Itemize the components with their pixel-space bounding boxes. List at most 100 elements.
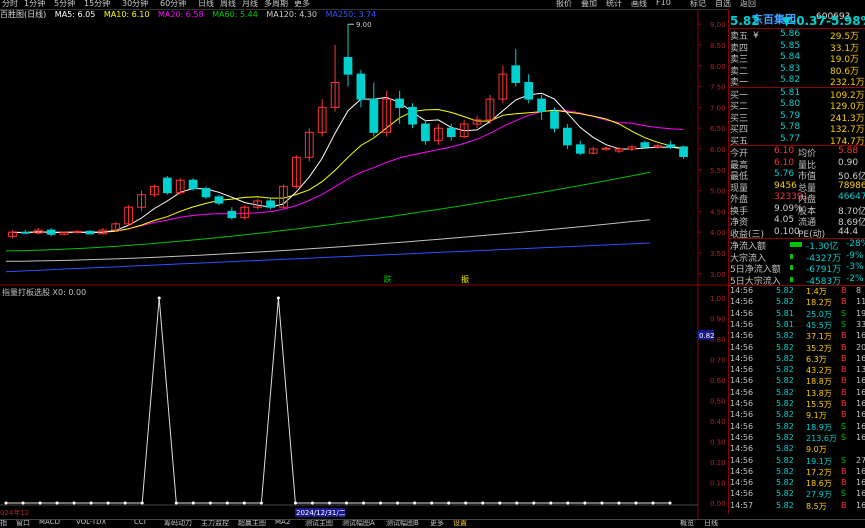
tick-direction: S <box>841 319 847 329</box>
tick-direction: S <box>841 308 847 318</box>
indicator-point <box>345 501 349 505</box>
candle <box>240 205 250 220</box>
tick-volume: 18.6万 <box>806 479 832 489</box>
tick-price: 5.82 <box>776 444 794 454</box>
tick-time: 14:56 <box>730 376 754 386</box>
tick-count: 16 <box>856 432 865 442</box>
candle <box>485 94 495 125</box>
indicator-point <box>191 501 195 505</box>
bid-price: 5.81 <box>780 87 801 98</box>
bid-price: 5.78 <box>780 122 801 132</box>
indicator-tab-4[interactable]: CCI <box>134 520 146 526</box>
indicator-tab-2[interactable]: MACD <box>39 520 60 526</box>
tick-volume: 35.2万 <box>806 343 832 353</box>
indicator-tick: 0.20 <box>710 459 726 467</box>
tick-price: 5.81 <box>776 319 794 329</box>
tick-direction: B <box>841 331 847 341</box>
tick-price: 5.82 <box>776 331 794 341</box>
tick-price: 5.82 <box>776 410 794 420</box>
high-label: 9.00 <box>356 21 372 29</box>
last-price: 5.82 <box>730 14 760 28</box>
candle <box>550 107 559 133</box>
flow-bar <box>790 253 793 259</box>
indicator-tick: 0.60 <box>710 377 726 385</box>
flow-bar <box>790 265 793 270</box>
indicator-point <box>310 501 314 505</box>
candle <box>408 103 417 129</box>
candle <box>188 178 198 191</box>
tick-volume: 43.2万 <box>806 366 832 376</box>
indicator-tab-3[interactable]: VOL-TDX <box>76 520 106 526</box>
indicator-point <box>55 501 59 505</box>
tick-time: 14:56 <box>730 353 754 363</box>
candle <box>124 205 133 226</box>
ma20-line <box>12 109 684 234</box>
tick-count: 16 <box>856 331 865 341</box>
candle <box>59 231 69 236</box>
tick-time: 14:56 <box>730 342 754 352</box>
indicator-point <box>396 501 400 505</box>
tick-volume: 18.8万 <box>806 377 832 387</box>
candle <box>563 124 572 149</box>
tick-count: 33 <box>856 319 865 329</box>
flow-pct: -2% <box>846 273 864 284</box>
indicator-point <box>72 501 76 505</box>
indicator-point <box>634 501 638 505</box>
tick-direction: B <box>841 353 847 363</box>
tick-time: 14:56 <box>730 297 754 307</box>
indicator-tick: 0.40 <box>710 418 726 426</box>
indicator-tick: 0.50 <box>710 398 726 406</box>
tick-price: 5.82 <box>776 387 794 397</box>
candle <box>227 207 237 220</box>
indicator-point <box>464 501 468 505</box>
indicator-tick: 0.70 <box>710 357 726 365</box>
candle <box>266 198 275 210</box>
stat-value: 0.100 <box>774 226 800 237</box>
tick-direction: B <box>841 376 847 386</box>
tick-price: 5.82 <box>776 478 794 488</box>
candle <box>343 24 353 87</box>
tick-count: 16 <box>856 466 865 476</box>
indicator-tick: 0.10 <box>710 480 726 488</box>
indicator-tab-8[interactable]: MA2 <box>275 520 290 526</box>
tick-time: 14:56 <box>730 444 754 454</box>
candle <box>446 124 456 141</box>
tick-count: 13 <box>856 365 865 375</box>
candle <box>162 176 172 195</box>
indicator-point <box>413 501 417 505</box>
indicator-point <box>208 501 212 505</box>
candle <box>472 115 482 129</box>
candle <box>20 230 30 235</box>
tick-direction: B <box>841 500 847 510</box>
tick-volume: 213.6万 <box>806 433 837 443</box>
indicator-point <box>225 501 229 505</box>
candle <box>627 144 637 152</box>
stat-value: 789868 <box>838 180 865 191</box>
stat-value: 9456 <box>774 180 797 191</box>
date-cursor: 2024/12/31/二 <box>296 509 346 517</box>
tick-price: 5.81 <box>776 308 794 318</box>
candle <box>537 94 546 120</box>
indicator-point <box>651 501 655 505</box>
stat-value: 6.10 <box>774 157 795 168</box>
tick-count: 16 <box>856 410 865 420</box>
tick-price: 5.82 <box>776 297 794 307</box>
bid-price: 5.80 <box>780 99 801 109</box>
top-right-tab-7[interactable]: 返回 <box>740 0 756 9</box>
tick-price: 5.82 <box>776 455 794 465</box>
tick-volume: 6.3万 <box>806 354 827 364</box>
indicator-label: 指量打板选股 X0: 0.00 <box>2 288 87 297</box>
price-tick: 3.50 <box>710 250 726 258</box>
stat-value: 6.10 <box>774 146 795 156</box>
tick-count: 16 <box>856 489 865 499</box>
tick-time: 14:57 <box>730 500 754 510</box>
tick-price: 5.82 <box>776 399 794 408</box>
indicator-point <box>481 501 485 505</box>
tick-count: 20 <box>856 342 865 352</box>
tick-price: 5.82 <box>776 432 794 442</box>
price-chart[interactable]: 9.00 8.50 8.00 7.50 7.00 6.50 6.00 5.50 5.00 4.50… <box>0 0 728 519</box>
tick-count: 19 <box>856 308 865 318</box>
tick-volume: 19.1万 <box>806 456 832 466</box>
candle <box>175 178 185 195</box>
candle <box>498 65 508 104</box>
